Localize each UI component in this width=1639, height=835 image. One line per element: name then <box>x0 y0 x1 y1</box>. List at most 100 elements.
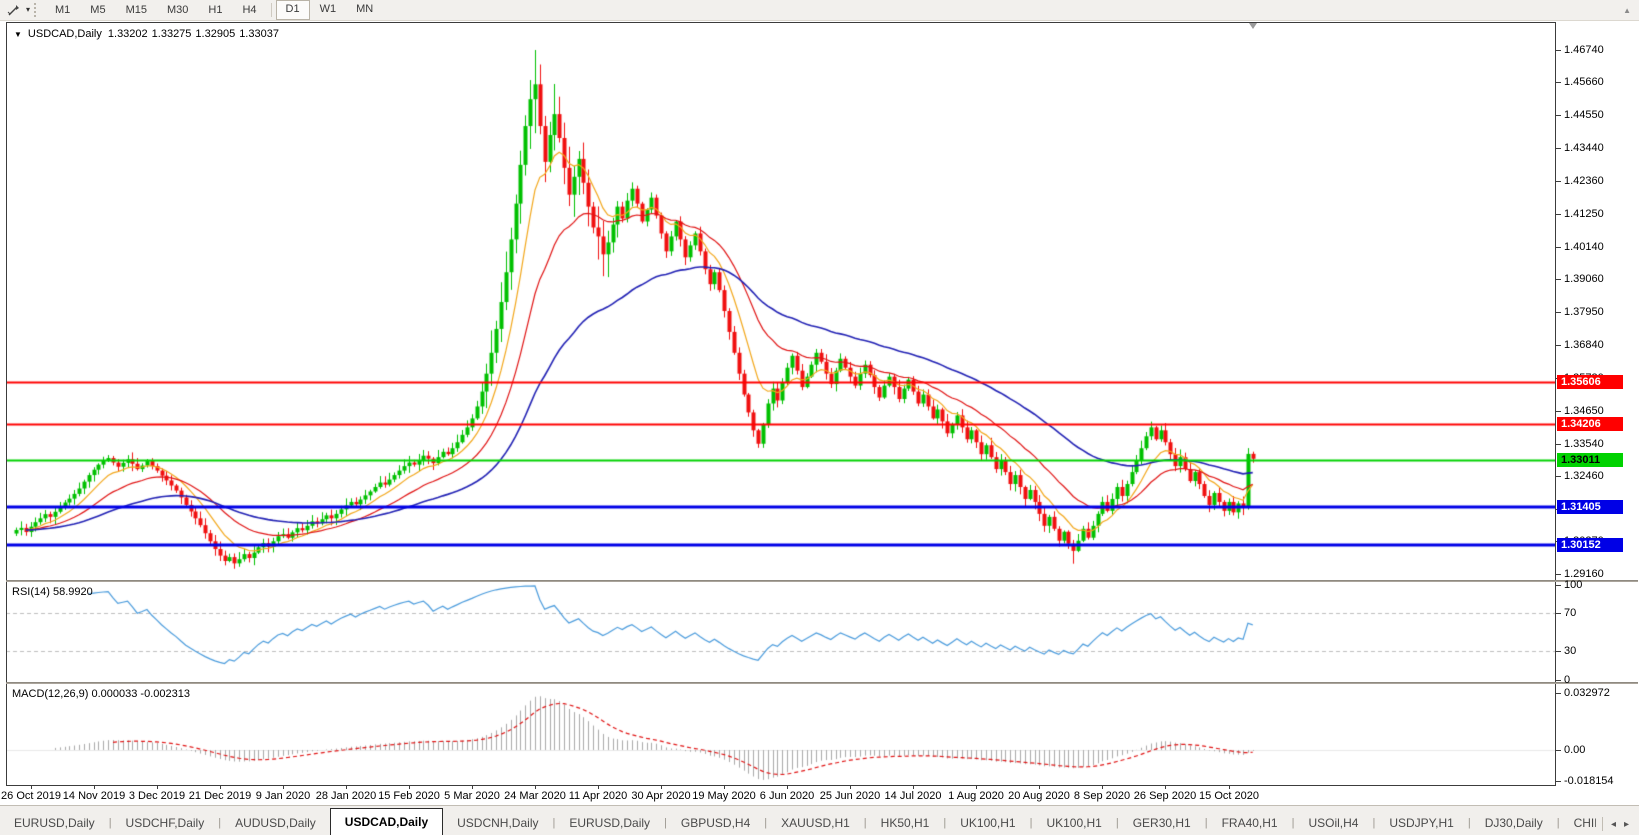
chart-tab-bar: EURUSD,Daily|USDCHF,Daily|AUDUSD,DailyUS… <box>0 806 1639 835</box>
tab-scroll-right-button[interactable]: ▸ <box>1624 819 1629 830</box>
rsi-axis-label: 100 <box>1564 579 1636 591</box>
axis-tick <box>409 786 410 789</box>
axis-tick <box>220 786 221 789</box>
date-axis-label: 3 Dec 2019 <box>129 790 185 802</box>
date-axis-label: 5 Mar 2020 <box>444 790 500 802</box>
main-chart-canvas[interactable] <box>6 22 1556 580</box>
chart-tab-uk100[interactable]: UK100,H1 <box>1032 811 1115 835</box>
chart-tab-audusd[interactable]: AUDUSD,Daily <box>221 811 330 835</box>
axis-tick <box>1165 786 1166 789</box>
chart-tab-eurusd[interactable]: EURUSD,Daily <box>0 811 109 835</box>
chart-tab-usdjpy[interactable]: USDJPY,H1 <box>1375 811 1467 835</box>
rsi-axis-label: 30 <box>1564 645 1636 657</box>
date-axis-label: 11 Apr 2020 <box>569 790 628 802</box>
chevron-down-icon[interactable]: ▾ <box>26 1 30 19</box>
price-axis-label: 1.43440 <box>1564 142 1636 154</box>
price-axis-label: 1.45660 <box>1564 76 1636 88</box>
axis-tick <box>1556 247 1561 248</box>
hline-price-tag[interactable]: 1.33011 <box>1557 453 1623 467</box>
axis-tick <box>1556 115 1561 116</box>
chevron-down-icon[interactable]: ▼ <box>14 30 22 39</box>
close-value: 1.33037 <box>239 28 279 40</box>
date-axis-label: 9 Jan 2020 <box>256 790 310 802</box>
chart-tab-usoil[interactable]: USOil,H4 <box>1294 811 1372 835</box>
timeframe-button-d1[interactable]: D1 <box>276 0 310 20</box>
chart-window: ▼ USDCAD,Daily 1.33202 1.33275 1.32905 1… <box>6 22 1638 786</box>
crosshair-icon <box>7 4 20 17</box>
tab-list: EURUSD,Daily|USDCHF,Daily|AUDUSD,DailyUS… <box>0 808 1596 835</box>
axis-tick <box>1556 651 1561 652</box>
pane-splitter[interactable] <box>6 580 1638 582</box>
high-value: 1.33275 <box>152 28 192 40</box>
hline-price-tag[interactable]: 1.31405 <box>1557 500 1623 514</box>
chart-tab-xauusd[interactable]: XAUUSD,H1 <box>767 811 864 835</box>
date-axis-label: 14 Nov 2019 <box>63 790 125 802</box>
chart-tab-usdcnh[interactable]: USDCNH,Daily <box>443 811 552 835</box>
price-axis-label: 1.46740 <box>1564 44 1636 56</box>
date-axis-label: 19 May 2020 <box>692 790 756 802</box>
axis-tick <box>850 786 851 789</box>
chart-tab-china300[interactable]: CHINA300,H1 <box>1560 811 1596 835</box>
date-axis-label: 1 Aug 2020 <box>948 790 1004 802</box>
timeframe-group: M1M5M15M30H1H4 <box>45 1 267 19</box>
axis-tick <box>661 786 662 789</box>
cursor-tool-button[interactable] <box>0 1 26 19</box>
toolbar-grip[interactable] <box>34 3 41 17</box>
hline-price-tag[interactable]: 1.34206 <box>1557 417 1623 431</box>
timeframe-button-m1[interactable]: M1 <box>45 1 80 19</box>
timeframe-button-mn[interactable]: MN <box>346 0 383 18</box>
axis-tick <box>1556 693 1561 694</box>
tab-scroll-arrows: ◂ ▸ <box>1596 817 1639 835</box>
chart-tab-hk50[interactable]: HK50,H1 <box>867 811 944 835</box>
price-axis-label: 1.37950 <box>1564 306 1636 318</box>
timeframe-button-h4[interactable]: H4 <box>232 1 266 19</box>
hline-price-tag[interactable]: 1.35606 <box>1557 375 1623 389</box>
macd-indicator-canvas[interactable] <box>6 684 1556 786</box>
date-axis-label: 25 Jun 2020 <box>820 790 881 802</box>
price-axis-label: 1.36840 <box>1564 339 1636 351</box>
axis-tick <box>283 786 284 789</box>
date-axis-label: 15 Feb 2020 <box>378 790 440 802</box>
axis-tick <box>94 786 95 789</box>
chart-tab-dj30[interactable]: DJ30,Daily <box>1471 811 1557 835</box>
timeframe-button-m5[interactable]: M5 <box>80 1 115 19</box>
axis-tick <box>1556 680 1561 681</box>
axis-tick <box>346 786 347 789</box>
chart-tab-uk100[interactable]: UK100,H1 <box>946 811 1029 835</box>
price-axis-label: 1.33540 <box>1564 438 1636 450</box>
price-axis-label: 1.42360 <box>1564 175 1636 187</box>
timeframe-button-m15[interactable]: M15 <box>116 1 157 19</box>
axis-tick <box>1556 613 1561 614</box>
chart-shift-marker[interactable] <box>1249 23 1257 29</box>
axis-tick <box>1556 750 1561 751</box>
timeframe-button-w1[interactable]: W1 <box>310 0 347 18</box>
top-toolbar: ▾ M1M5M15M30H1H4 D1W1MN ▲ <box>0 0 1639 21</box>
toolbar-collapse-button[interactable]: ▲ <box>1623 6 1631 15</box>
price-axis-label: 1.44550 <box>1564 109 1636 121</box>
low-value: 1.32905 <box>195 28 235 40</box>
axis-tick <box>1102 786 1103 789</box>
price-axis-label: 1.41250 <box>1564 208 1636 220</box>
date-axis-label: 6 Jun 2020 <box>760 790 814 802</box>
chart-tab-fra40[interactable]: FRA40,H1 <box>1208 811 1292 835</box>
axis-tick <box>1556 50 1561 51</box>
axis-tick <box>1556 82 1561 83</box>
rsi-indicator-canvas[interactable] <box>6 582 1556 682</box>
chart-tab-eurusd[interactable]: EURUSD,Daily <box>555 811 664 835</box>
macd-axis-label: 0.00 <box>1564 744 1636 756</box>
timeframe-group: D1W1MN <box>276 0 384 20</box>
hline-price-tag[interactable]: 1.30152 <box>1557 538 1623 552</box>
axis-tick <box>1556 574 1561 575</box>
chart-tab-usdcad[interactable]: USDCAD,Daily <box>330 808 443 835</box>
tab-scroll-left-button[interactable]: ◂ <box>1611 819 1616 830</box>
timeframe-button-m30[interactable]: M30 <box>157 1 198 19</box>
timeframe-button-h1[interactable]: H1 <box>198 1 232 19</box>
chart-tab-ger30[interactable]: GER30,H1 <box>1119 811 1205 835</box>
chart-tab-usdchf[interactable]: USDCHF,Daily <box>112 811 219 835</box>
axis-tick <box>1556 411 1561 412</box>
toolbar-separator <box>271 3 272 17</box>
price-axis-label: 1.39060 <box>1564 273 1636 285</box>
axis-tick <box>913 786 914 789</box>
chart-tab-gbpusd[interactable]: GBPUSD,H4 <box>667 811 764 835</box>
pane-splitter[interactable] <box>6 682 1638 684</box>
